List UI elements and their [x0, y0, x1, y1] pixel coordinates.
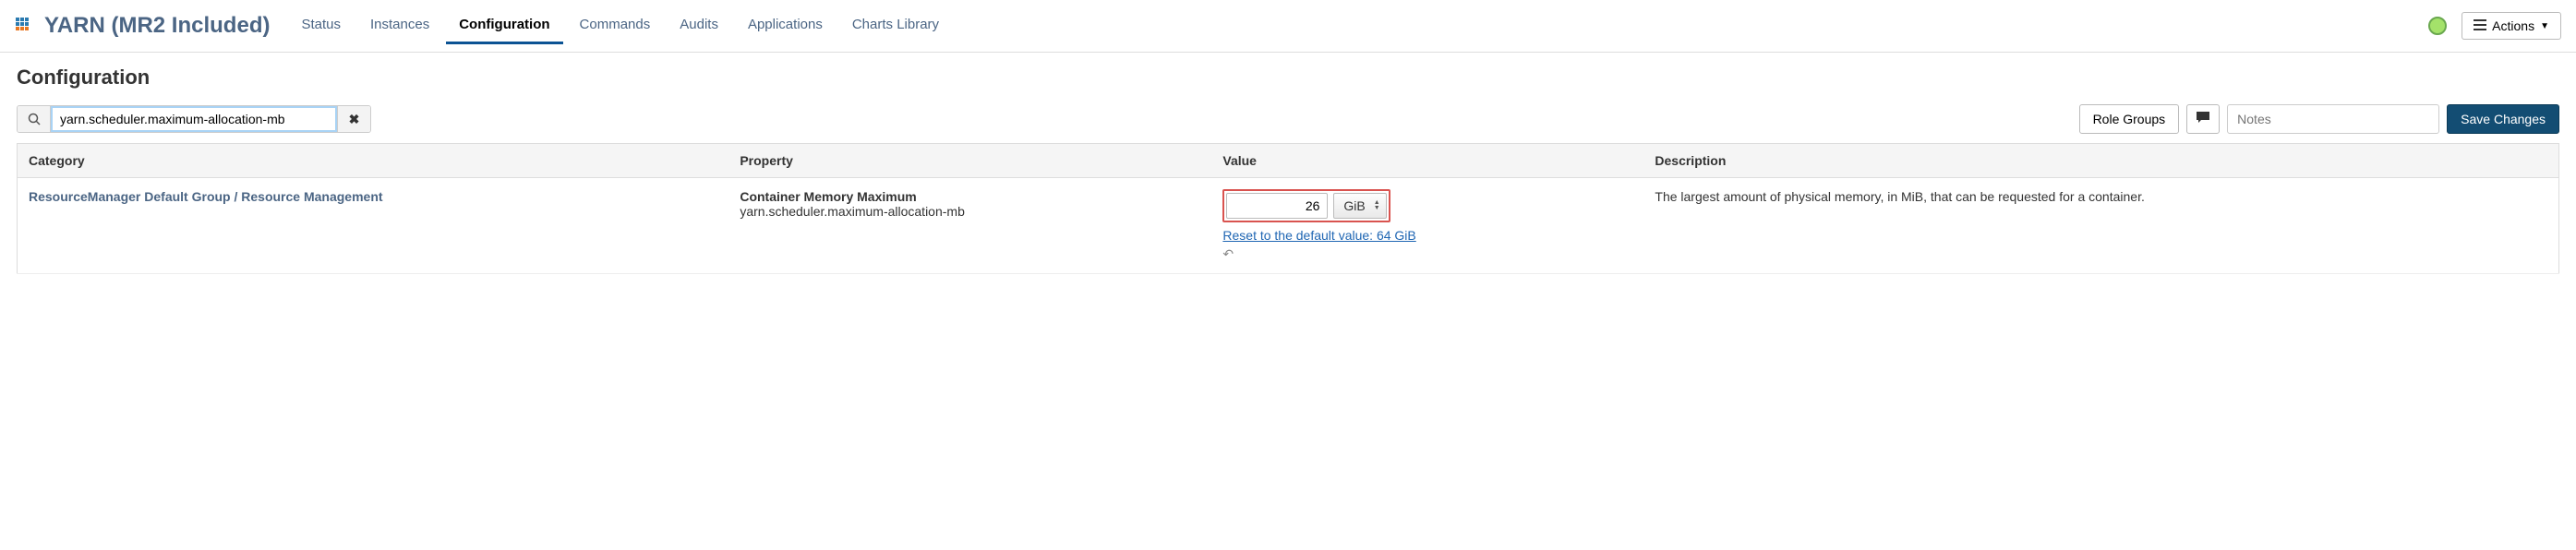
tab-commands[interactable]: Commands: [567, 7, 664, 44]
role-groups-button[interactable]: Role Groups: [2079, 104, 2180, 134]
undo-icon[interactable]: ↶: [1222, 246, 1234, 262]
value-input[interactable]: [1226, 193, 1328, 219]
tab-configuration[interactable]: Configuration: [446, 7, 562, 44]
property-api-name: yarn.scheduler.maximum-allocation-mb: [740, 204, 1200, 219]
config-table: Category Property Value Description Reso…: [17, 143, 2559, 274]
nav-tabs: Status Instances Configuration Commands …: [288, 7, 2421, 44]
clear-search-icon[interactable]: ✖: [337, 106, 370, 132]
tab-status[interactable]: Status: [288, 7, 354, 44]
section-title: Configuration: [0, 53, 2576, 99]
stepper-arrows-icon: ▲▼: [1374, 200, 1380, 211]
unit-label: GiB: [1343, 198, 1365, 213]
property-name: Container Memory Maximum: [740, 189, 1200, 204]
caret-down-icon: ▼: [2540, 21, 2549, 31]
actions-label: Actions: [2492, 18, 2534, 33]
category-link[interactable]: ResourceManager Default Group / Resource…: [29, 189, 383, 204]
value-editor: GiB ▲▼: [1222, 189, 1390, 222]
health-status-icon: [2428, 17, 2447, 35]
reset-link[interactable]: Reset to the default value: 64 GiB: [1222, 228, 1415, 243]
tab-charts-library[interactable]: Charts Library: [839, 7, 952, 44]
page-title: YARN (MR2 Included): [44, 13, 270, 39]
table-row: ResourceManager Default Group / Resource…: [18, 178, 2559, 274]
th-value: Value: [1211, 144, 1643, 178]
search-icon: [18, 106, 51, 132]
th-category: Category: [18, 144, 729, 178]
search-input[interactable]: [51, 106, 337, 132]
list-icon: [2474, 18, 2486, 33]
th-description: Description: [1643, 144, 2558, 178]
tab-audits[interactable]: Audits: [667, 7, 731, 44]
tab-applications[interactable]: Applications: [735, 7, 836, 44]
tab-instances[interactable]: Instances: [357, 7, 442, 44]
save-changes-button[interactable]: Save Changes: [2447, 104, 2559, 134]
search-box: ✖: [17, 105, 371, 133]
unit-select[interactable]: GiB ▲▼: [1333, 193, 1386, 219]
th-property: Property: [728, 144, 1211, 178]
description-text: The largest amount of physical memory, i…: [1655, 189, 2144, 204]
actions-dropdown[interactable]: Actions ▼: [2462, 12, 2561, 40]
yarn-icon: [15, 17, 33, 35]
comment-button[interactable]: [2186, 104, 2220, 134]
notes-input[interactable]: [2227, 104, 2439, 134]
comment-icon: [2197, 112, 2209, 126]
